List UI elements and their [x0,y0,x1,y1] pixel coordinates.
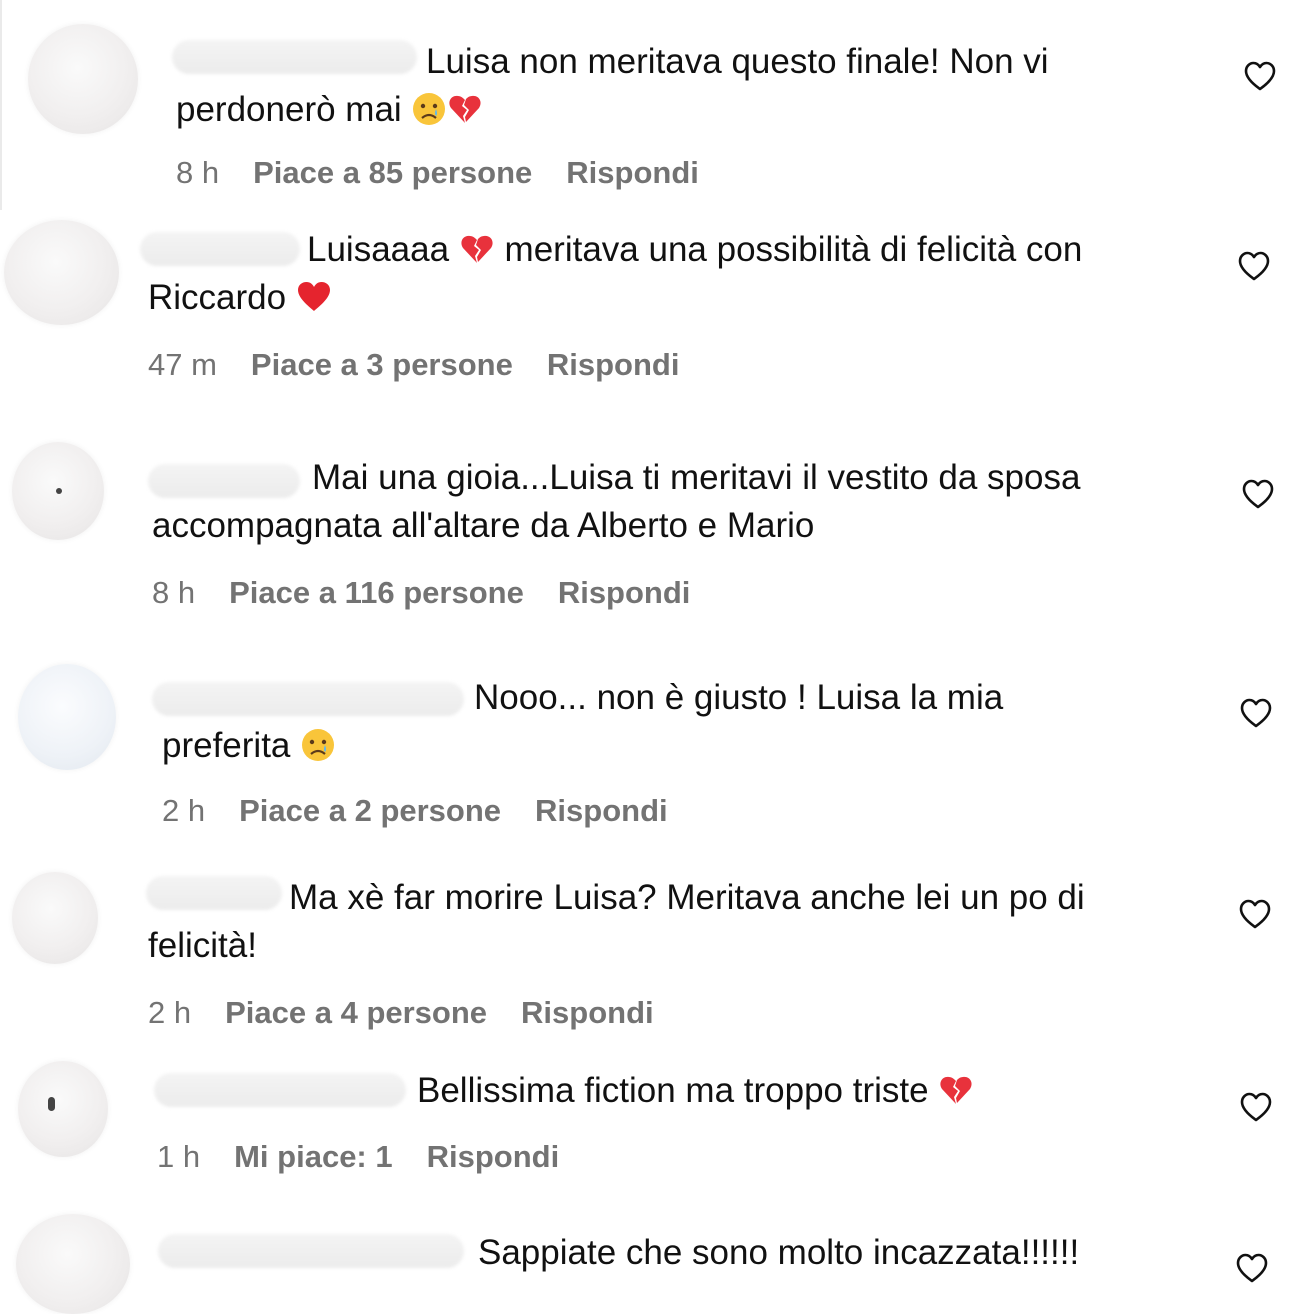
broken-heart-emoji [938,1072,974,1108]
comment-text: Bellissima fiction ma troppo triste [155,1067,974,1115]
avatar[interactable] [12,442,104,540]
comment-time: 47 m [148,347,217,382]
comment-text: Sappiate che sono molto incazzata!!!!!! [160,1229,1079,1277]
avatar[interactable] [18,664,116,770]
comment-item: Nooo... non è giusto ! Luisa la mia pref… [0,650,1300,850]
red-heart-emoji [296,279,332,315]
likes-count[interactable]: Piace a 4 persone [225,994,487,1032]
reply-button[interactable]: Rispondi [558,574,691,612]
comment-item: Bellissima fiction ma troppo triste 1 h … [0,1055,1300,1205]
reply-button[interactable]: Rispondi [547,346,680,384]
avatar[interactable] [16,1214,130,1314]
likes-count[interactable]: Piace a 2 persone [239,792,501,830]
heart-outline-icon[interactable] [1241,478,1275,510]
comment-text-line: Luisaaaa meritava una possibilità di fel… [148,226,1082,274]
comment-item: Luisa non meritava questo finale! Non vi… [0,0,1300,210]
comment-item: Sappiate che sono molto incazzata!!!!!! [0,1210,1300,1314]
comment-text-line: Nooo... non è giusto ! Luisa la mia [474,678,1004,717]
reply-button[interactable]: Rispondi [535,792,668,830]
reply-button[interactable]: Rispondi [566,154,699,192]
comment-meta: 8 h Piace a 116 persone Rispondi [152,574,690,612]
comment-item: Luisaaaa meritava una possibilità di fel… [0,210,1300,410]
comment-time: 2 h [162,793,206,828]
comment-text-line: Mai una gioia...Luisa ti meritavi il ves… [312,458,1081,497]
comment-item: Ma xè far morire Luisa? Meritava anche l… [0,860,1300,1050]
avatar[interactable] [12,872,98,964]
reply-button[interactable]: Rispondi [427,1138,560,1176]
comment-text-fragment: Riccardo [148,278,287,317]
comment-text-line: Luisa non meritava questo finale! Non vi [426,42,1049,81]
heart-outline-icon[interactable] [1239,697,1273,729]
broken-heart-emoji [459,231,495,267]
comment-text: Nooo... non è giusto ! Luisa la mia pref… [162,674,1003,770]
comment-meta: 8 h Piace a 85 persone Rispondi [176,154,699,192]
comment-text-line: Ma xè far morire Luisa? Meritava anche l… [289,878,1085,917]
comment-time: 1 h [157,1139,201,1174]
comment-meta: 2 h Piace a 4 persone Rispondi [148,994,654,1032]
comment-text-line: Sappiate che sono molto incazzata!!!!!! [478,1233,1080,1272]
comment-text-line: felicità! [148,926,257,965]
avatar[interactable] [18,1061,108,1157]
comment-time: 2 h [148,995,192,1030]
likes-count[interactable]: Piace a 116 persone [229,574,524,612]
comment-meta: 1 h Mi piace: 1 Rispondi [157,1138,559,1176]
comment-text-line: Riccardo [148,274,1082,322]
likes-count[interactable]: Piace a 3 persone [251,346,513,384]
crying-face-emoji [411,91,447,127]
comment-text-fragment: perdonerò mai [176,90,402,129]
likes-count[interactable]: Mi piace: 1 [234,1138,393,1176]
comment-time: 8 h [152,575,196,610]
broken-heart-emoji [447,91,483,127]
comment-text-fragment: Bellissima fiction ma troppo triste [417,1071,929,1110]
likes-count[interactable]: Piace a 85 persone [253,154,532,192]
heart-outline-icon[interactable] [1235,1252,1269,1284]
reply-button[interactable]: Rispondi [521,994,654,1032]
heart-outline-icon[interactable] [1238,898,1272,930]
heart-outline-icon[interactable] [1237,250,1271,282]
comment-text: Ma xè far morire Luisa? Meritava anche l… [148,874,1085,970]
avatar[interactable] [28,24,138,134]
comment-text: Mai una gioia...Luisa ti meritavi il ves… [152,454,1080,550]
crying-face-emoji [300,727,336,763]
comment-text: Luisaaaa meritava una possibilità di fel… [148,226,1082,322]
comment-text-line: Bellissima fiction ma troppo triste [155,1067,974,1115]
comment-text: Luisa non meritava questo finale! Non vi… [176,38,1049,134]
avatar[interactable] [4,220,119,325]
comment-text-fragment: preferita [162,726,291,765]
comment-text-fragment: meritava una possibilità di felicità con [504,230,1083,269]
comment-text-fragment: Luisaaaa [307,230,450,269]
comment-time: 8 h [176,155,220,190]
comment-meta: 47 m Piace a 3 persone Rispondi [148,346,679,384]
comment-text-line: preferita [162,722,1003,770]
heart-outline-icon[interactable] [1243,60,1277,92]
comment-text-line: accompagnata all'altare da Alberto e Mar… [152,506,815,545]
comment-meta: 2 h Piace a 2 persone Rispondi [162,792,668,830]
comment-text-line: perdonerò mai [176,86,1049,134]
heart-outline-icon[interactable] [1239,1091,1273,1123]
comment-item: Mai una gioia...Luisa ti meritavi il ves… [0,430,1300,630]
